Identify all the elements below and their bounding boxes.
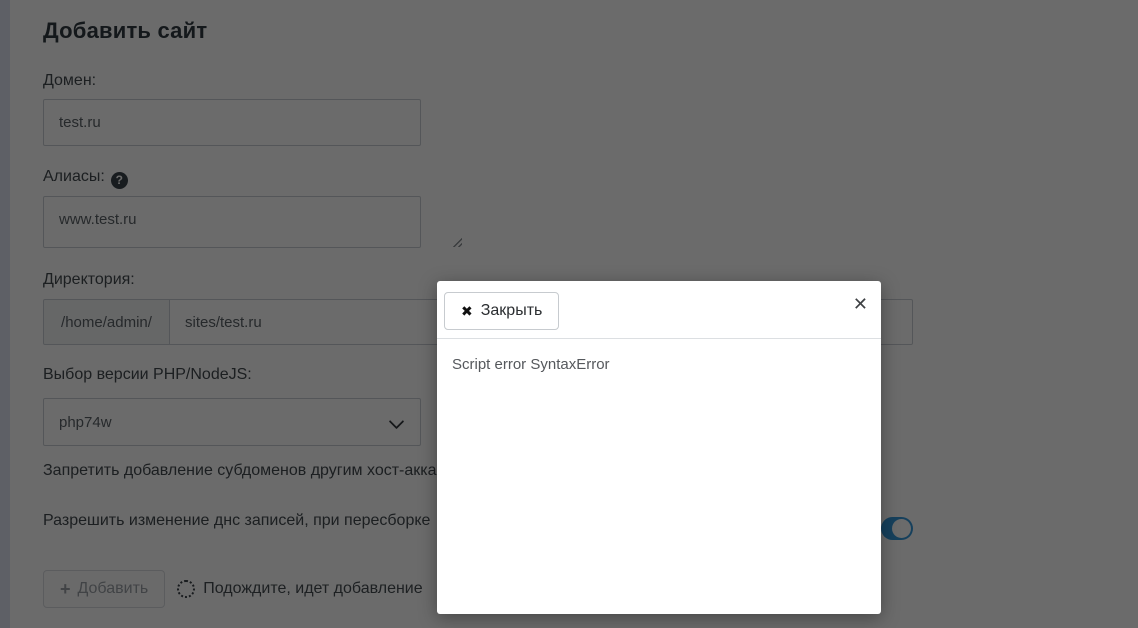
modal-close-button-label: Закрыть	[480, 302, 543, 319]
modal-close-button[interactable]: ✖ Закрыть	[444, 292, 560, 330]
close-icon[interactable]: ✕	[853, 295, 868, 313]
modal-body: Script error SyntaxError	[437, 339, 881, 390]
add-site-page: Добавить сайт Домен: Алиасы:? www.test.r…	[0, 0, 1138, 628]
modal-header: ✖ Закрыть ✕	[437, 281, 881, 339]
x-mark-icon: ✖	[461, 302, 473, 319]
modal-error-message: Script error SyntaxError	[452, 356, 610, 373]
error-modal: ✖ Закрыть ✕ Script error SyntaxError	[437, 281, 881, 614]
